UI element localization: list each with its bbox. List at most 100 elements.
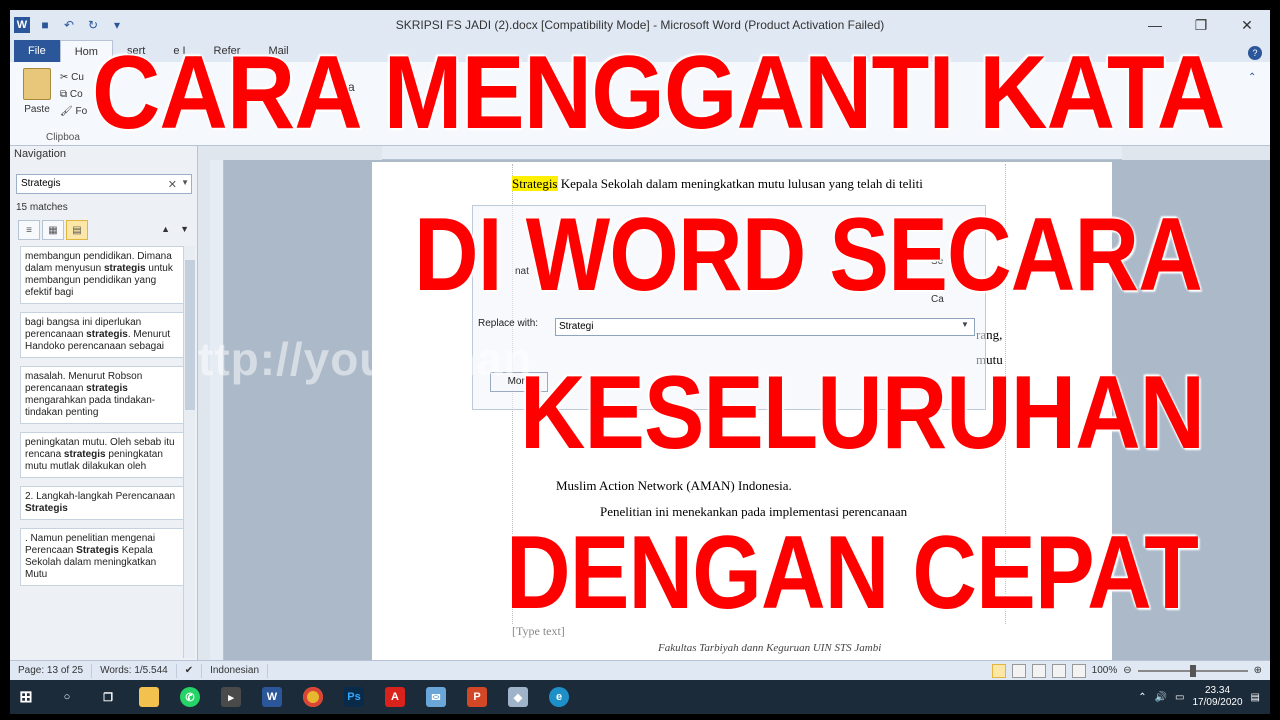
copy-button[interactable]: ⧉ Co: [60, 89, 87, 100]
highlighted-match: Strategis: [512, 176, 558, 191]
search-icon[interactable]: ○: [51, 680, 83, 714]
close-button[interactable]: ✕: [1224, 10, 1270, 40]
search-options-icon[interactable]: ▼: [181, 178, 189, 187]
results-view-icon[interactable]: ▤: [66, 220, 88, 240]
title-bar: W ■ ↶ ↻ ▾ SKRIPSI FS JADI (2).docx [Comp…: [10, 10, 1270, 40]
minimize-button[interactable]: —: [1132, 10, 1178, 40]
word-count[interactable]: Words: 1/5.544: [92, 663, 177, 678]
app-icon[interactable]: ◆: [502, 680, 534, 714]
result-text: 2. Langkah-langkah Perencanaan: [25, 491, 176, 502]
page-count[interactable]: Page: 13 of 25: [10, 663, 93, 678]
task-view-icon[interactable]: ❐: [92, 680, 124, 714]
redo-icon[interactable]: ↻: [84, 16, 102, 34]
sublime-icon[interactable]: ▸: [215, 680, 247, 714]
zoom-level[interactable]: 100%: [1092, 665, 1118, 676]
result-match: Strategis: [25, 503, 68, 514]
format-painter-button[interactable]: 🖌 Fo: [60, 106, 87, 117]
acrobat-icon[interactable]: A: [379, 680, 411, 714]
headings-view-icon[interactable]: ≡: [18, 220, 40, 240]
ribbon: ? Paste ✂ Cu ⧉ Co 🖌 Fo Clipboa Aa ⌃: [10, 46, 1270, 146]
web-layout-icon[interactable]: [1031, 663, 1046, 678]
print-layout-icon[interactable]: [991, 663, 1006, 678]
search-result[interactable]: bagi bangsa ini diperlukan perencanaan s…: [20, 312, 186, 358]
language-indicator[interactable]: Indonesian: [202, 663, 269, 678]
draft-view-icon[interactable]: [1071, 663, 1086, 678]
document-line: Penelitian ini menekankan pada implement…: [600, 504, 908, 519]
clock-time: 23.34: [1205, 685, 1231, 696]
replace-with-input[interactable]: Strategi: [555, 318, 975, 336]
clock[interactable]: 23.34 17/09/2020: [1192, 685, 1242, 709]
search-result[interactable]: . Namun penelitian mengenai Perencaan St…: [20, 528, 186, 586]
edge-icon[interactable]: e: [543, 680, 575, 714]
system-tray: ⌃ 🔊 ▭ 23.34 17/09/2020 ▤: [1138, 685, 1260, 709]
pages-view-icon[interactable]: ▦: [42, 220, 64, 240]
format-painter-label: Fo: [75, 106, 88, 117]
clear-search-icon[interactable]: ✕: [168, 178, 177, 191]
scrollbar-thumb[interactable]: [185, 260, 195, 410]
cut-label: Cu: [71, 72, 84, 83]
paste-label: Paste: [24, 104, 50, 115]
ribbon-tabs: File Hom sert e I Refer Mail: [10, 40, 1270, 62]
replace-history-dropdown-icon[interactable]: ▼: [958, 320, 972, 334]
navigation-pane: Navigation Strategis ✕ ▼ 15 matches ≡ ▦ …: [10, 146, 198, 660]
proofing-icon[interactable]: ✔: [177, 663, 203, 678]
window-controls: — ❐ ✕: [1132, 10, 1270, 40]
tray-chevron-icon[interactable]: ⌃: [1138, 692, 1146, 703]
word-logo-icon[interactable]: W: [14, 17, 30, 33]
file-explorer-icon[interactable]: [133, 680, 165, 714]
previous-result-icon[interactable]: ▲: [161, 224, 170, 234]
vertical-ruler[interactable]: [210, 160, 224, 660]
whatsapp-icon[interactable]: ✆: [174, 680, 206, 714]
powerpoint-icon[interactable]: P: [461, 680, 493, 714]
notifications-icon[interactable]: ▤: [1251, 692, 1260, 703]
search-result[interactable]: 2. Langkah-langkah Perencanaan Strategis: [20, 486, 186, 520]
horizontal-ruler[interactable]: [382, 146, 1122, 160]
search-results-list: membangun pendidikan. Dimana dalam menyu…: [20, 246, 186, 658]
chrome-icon[interactable]: [297, 680, 329, 714]
dialog-fragment: Se: [931, 256, 944, 267]
navigation-search-input[interactable]: Strategis ✕ ▼: [16, 174, 192, 194]
search-result[interactable]: membangun pendidikan. Dimana dalam menyu…: [20, 246, 186, 304]
windows-taskbar: ⊞ ○ ❐ ✆ ▸ W Ps A ✉ P ◆ e ⌃ 🔊 ▭ 23.34 17/…: [10, 680, 1270, 714]
next-result-icon[interactable]: ▼: [180, 224, 189, 234]
status-right: 100% ⊖ ⊕: [991, 663, 1262, 678]
photoshop-icon[interactable]: Ps: [338, 680, 370, 714]
tab-file[interactable]: File: [14, 40, 60, 62]
zoom-slider-knob[interactable]: [1189, 664, 1196, 677]
tab-page-layout[interactable]: e I: [159, 40, 199, 62]
result-match: strategis: [86, 329, 128, 340]
navigation-scrollbar[interactable]: [183, 246, 195, 658]
customize-qat-icon[interactable]: ▾: [108, 16, 126, 34]
tab-insert[interactable]: sert: [113, 40, 159, 62]
outline-view-icon[interactable]: [1051, 663, 1066, 678]
result-navigation: ▲ ▼: [161, 224, 189, 234]
zoom-in-icon[interactable]: ⊕: [1254, 665, 1262, 676]
word-icon[interactable]: W: [256, 680, 288, 714]
result-match: strategis: [103, 263, 146, 274]
clock-date: 17/09/2020: [1192, 697, 1243, 708]
clipboard-icon: [23, 68, 51, 100]
undo-icon[interactable]: ↶: [60, 16, 78, 34]
help-icon[interactable]: ?: [1248, 46, 1262, 60]
start-icon[interactable]: ⊞: [10, 680, 42, 714]
cut-button[interactable]: ✂ Cu: [60, 72, 87, 83]
paste-button[interactable]: Paste: [18, 68, 56, 130]
tab-references[interactable]: Refer: [200, 40, 255, 62]
tab-mailings[interactable]: Mail: [254, 40, 302, 62]
search-result[interactable]: masalah. Menurut Robson perencanaan stra…: [20, 366, 186, 424]
zoom-slider[interactable]: [1137, 664, 1248, 677]
restore-button[interactable]: ❐: [1178, 10, 1224, 40]
speaker-icon[interactable]: 🔊: [1155, 692, 1167, 703]
change-case-button[interactable]: Aa: [340, 80, 355, 94]
search-result[interactable]: peningkatan mutu. Oleh sebab itu rencana…: [20, 432, 186, 478]
tab-home[interactable]: Hom: [59, 40, 113, 62]
result-match: strategis: [86, 383, 128, 394]
zoom-out-icon[interactable]: ⊖: [1123, 665, 1131, 676]
mail-icon[interactable]: ✉: [420, 680, 452, 714]
line-text: Kepala Sekolah dalam meningkatkan mutu l…: [557, 176, 923, 191]
full-screen-reading-icon[interactable]: [1011, 663, 1026, 678]
save-icon[interactable]: ■: [36, 16, 54, 34]
network-icon[interactable]: ▭: [1175, 692, 1184, 703]
ribbon-collapse-icon[interactable]: ⌃: [1248, 72, 1262, 86]
status-bar: Page: 13 of 25 Words: 1/5.544 ✔ Indonesi…: [10, 660, 1270, 680]
